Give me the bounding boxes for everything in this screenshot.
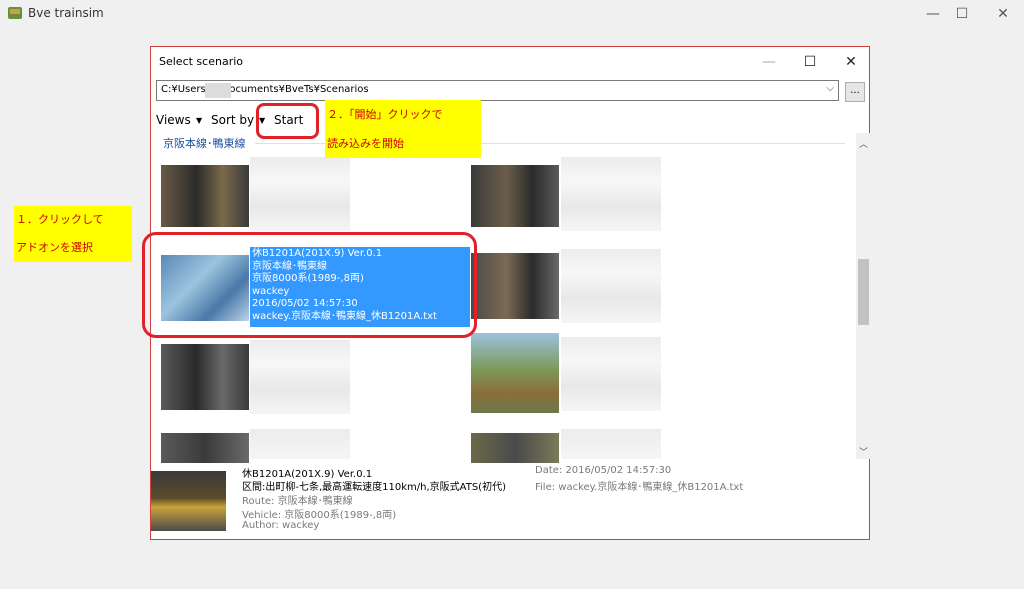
maximize-button[interactable]: ☐ — [947, 4, 977, 24]
list-scrollbar[interactable]: ︿ ﹀ — [856, 133, 871, 459]
app-icon — [8, 7, 22, 19]
list-item[interactable] — [471, 429, 791, 463]
thumbnail — [471, 333, 559, 413]
blurred-text — [561, 337, 661, 411]
close-button[interactable]: ✕ — [988, 4, 1018, 24]
list-item[interactable] — [155, 429, 475, 463]
annotation-step1-line2: アドオンを選択 — [16, 241, 93, 254]
sort-by-button[interactable]: Sort by — [211, 113, 254, 127]
thumbnail — [471, 165, 559, 227]
details-pane: 休B1201A(201X.9) Ver.0.1 区間:出町柳-七条,最高運転速度… — [151, 463, 869, 539]
list-item[interactable] — [471, 245, 791, 325]
username-redaction — [205, 83, 231, 98]
detail-route: Route: 京阪本線･鴨東線 — [242, 496, 353, 507]
blurred-text — [561, 249, 661, 323]
dialog-maximize-button[interactable]: ☐ — [796, 51, 824, 73]
thumbnail — [161, 165, 249, 227]
chevron-down-icon[interactable]: ﹀ — [856, 445, 871, 458]
path-combobox[interactable]: C:¥Users¥ ¥Documents¥BveTs¥Scenarios ⌵ — [156, 80, 839, 101]
start-highlight — [256, 103, 319, 139]
list-item[interactable] — [471, 155, 791, 235]
detail-file: File: wackey.京阪本線･鴨東線_休B1201A.txt — [535, 482, 744, 493]
list-item[interactable] — [155, 338, 475, 418]
minimize-button[interactable]: — — [918, 4, 948, 24]
views-dropdown-icon[interactable]: ▼ — [196, 116, 202, 125]
annotation-step1: １．クリックして アドオンを選択 — [14, 206, 132, 262]
blurred-text — [561, 157, 661, 231]
detail-description: 区間:出町柳-七条,最高運転速度110km/h,京阪式ATS(初代) — [242, 482, 506, 493]
thumbnail — [161, 344, 249, 410]
main-titlebar: Bve trainsim — ☐ ✕ — [0, 0, 1024, 28]
blurred-text — [250, 157, 350, 231]
app-title: Bve trainsim — [28, 6, 104, 20]
annotation-step1-line1: １．クリックして — [16, 213, 104, 226]
dialog-close-button[interactable]: ✕ — [837, 51, 865, 73]
dialog-minimize-button[interactable]: — — [755, 51, 783, 73]
list-item[interactable] — [471, 333, 791, 423]
dialog-title: Select scenario — [159, 55, 243, 68]
chevron-up-icon[interactable]: ︿ — [856, 137, 871, 150]
detail-vehicle: Vehicle: 京阪8000系(1989-,8両) — [242, 510, 397, 521]
scroll-thumb[interactable] — [858, 259, 869, 325]
browse-button[interactable]: ... — [845, 82, 865, 102]
views-button[interactable]: Views — [156, 113, 191, 127]
selected-item-highlight — [142, 232, 477, 338]
detail-date: Date: 2016/05/02 14:57:30 — [535, 465, 672, 476]
thumbnail — [161, 433, 249, 463]
chevron-down-icon[interactable]: ⌵ — [826, 83, 834, 94]
group-header: 京阪本線･鴨東線 — [163, 137, 246, 150]
detail-thumbnail — [151, 471, 226, 531]
annotation-step2-line1: ２．「開始」クリックで — [327, 108, 443, 121]
detail-author: Author: wackey — [242, 520, 320, 531]
annotation-step2: ２．「開始」クリックで 読み込みを開始 — [325, 100, 481, 158]
path-text: C:¥Users¥ ¥Documents¥BveTs¥Scenarios — [161, 84, 369, 95]
list-item[interactable] — [155, 155, 475, 235]
thumbnail — [471, 433, 559, 463]
blurred-text — [561, 429, 661, 459]
annotation-step2-line2: 読み込みを開始 — [327, 137, 404, 150]
thumbnail — [471, 253, 559, 319]
blurred-text — [250, 340, 350, 414]
blurred-text — [250, 429, 350, 459]
